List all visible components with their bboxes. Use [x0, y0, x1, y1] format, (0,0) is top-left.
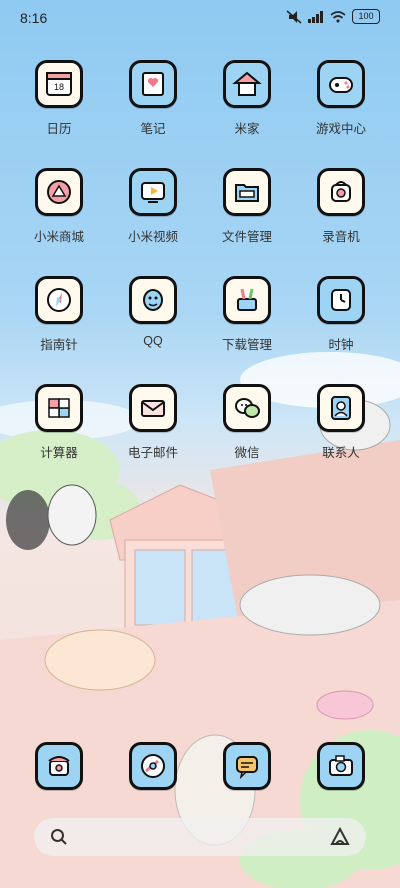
app-label: 联系人 — [322, 446, 360, 460]
qq-icon — [129, 276, 177, 324]
app-label: 电子邮件 — [127, 446, 178, 460]
camera-icon — [317, 742, 365, 790]
status-icons: 100 — [286, 9, 380, 24]
store-icon — [35, 168, 83, 216]
app-label: 录音机 — [322, 230, 360, 244]
app-label: 小米商城 — [33, 230, 84, 244]
compass-icon — [35, 276, 83, 324]
app-label: 笔记 — [140, 122, 166, 136]
app-mi-store[interactable]: 小米商城 — [19, 168, 99, 268]
search-icon — [51, 829, 67, 845]
clock-icon — [317, 276, 365, 324]
folder-icon — [223, 168, 271, 216]
wechat-icon — [223, 384, 271, 432]
app-contacts[interactable]: 联系人 — [301, 384, 381, 484]
app-label: 指南针 — [40, 338, 78, 352]
calculator-icon — [35, 384, 83, 432]
app-calendar[interactable]: 18 日历 — [19, 60, 99, 160]
app-label: 计算器 — [40, 446, 78, 460]
notes-icon — [129, 60, 177, 108]
signal-icon — [308, 10, 323, 23]
status-bar: 8:16 100 — [0, 0, 400, 36]
contacts-icon — [317, 384, 365, 432]
app-calculator[interactable]: 计算器 — [19, 384, 99, 484]
app-email[interactable]: 电子邮件 — [113, 384, 193, 484]
app-label: 文件管理 — [221, 230, 272, 244]
wifi-icon — [330, 10, 346, 22]
app-file-manager[interactable]: 文件管理 — [207, 168, 287, 268]
mail-icon — [129, 384, 177, 432]
gamepad-icon — [317, 60, 365, 108]
app-label: 游戏中心 — [315, 122, 366, 136]
messages-icon — [223, 742, 271, 790]
app-downloads[interactable]: 下载管理 — [207, 276, 287, 376]
app-qq[interactable]: QQ — [113, 276, 193, 376]
app-compass[interactable]: 指南针 — [19, 276, 99, 376]
app-label: 时钟 — [328, 338, 354, 352]
app-mi-video[interactable]: 小米视频 — [113, 168, 193, 268]
download-icon — [223, 276, 271, 324]
battery-icon: 100 — [352, 9, 380, 24]
app-recorder[interactable]: 录音机 — [301, 168, 381, 268]
calendar-icon: 18 — [35, 60, 83, 108]
video-icon — [129, 168, 177, 216]
phone-icon — [35, 742, 83, 790]
app-label: QQ — [143, 334, 163, 348]
app-wechat[interactable]: 微信 — [207, 384, 287, 484]
app-label: 日历 — [46, 122, 72, 136]
app-notes[interactable]: 笔记 — [113, 60, 193, 160]
assistant-icon[interactable] — [330, 827, 350, 847]
status-time: 8:16 — [20, 10, 48, 26]
app-label: 米家 — [234, 122, 260, 136]
app-clock[interactable]: 时钟 — [301, 276, 381, 376]
app-label: 微信 — [234, 446, 260, 460]
search-bar[interactable] — [34, 818, 366, 856]
browser-icon — [129, 742, 177, 790]
app-label: 下载管理 — [221, 338, 272, 352]
mute-icon — [286, 9, 302, 24]
app-game-center[interactable]: 游戏中心 — [301, 60, 381, 160]
recorder-icon — [317, 168, 365, 216]
app-label: 小米视频 — [127, 230, 178, 244]
svg-text:18: 18 — [54, 82, 64, 92]
app-mi-home[interactable]: 米家 — [207, 60, 287, 160]
home-icon — [223, 60, 271, 108]
